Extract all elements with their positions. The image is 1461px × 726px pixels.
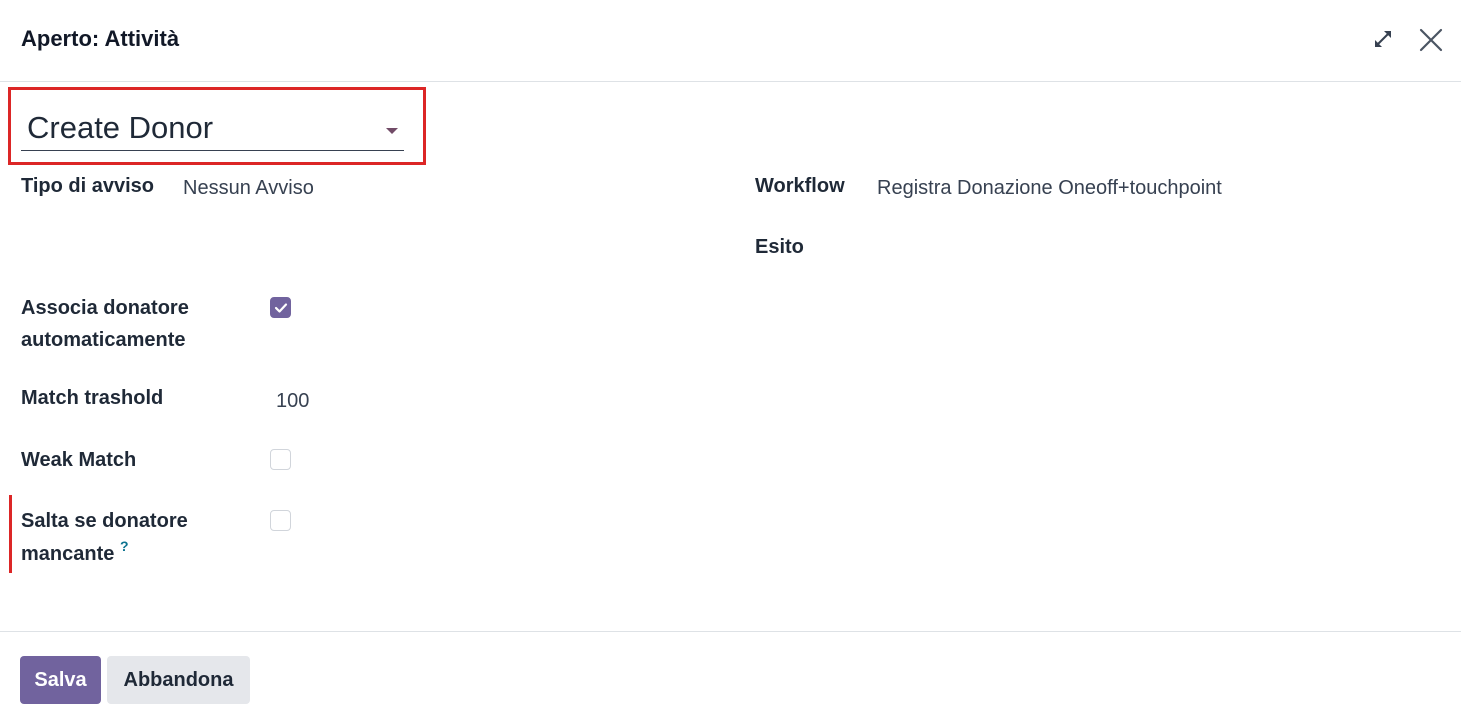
salta-label-line1: Salta se donatore (21, 510, 188, 532)
associa-label-line1: Associa donatore (21, 297, 189, 319)
expand-icon (1375, 31, 1391, 47)
match-trashold-value[interactable]: 100 (276, 385, 309, 417)
close-icon (1419, 28, 1443, 52)
weak-match-label: Weak Match (21, 449, 137, 471)
help-tooltip-icon[interactable]: ? (120, 538, 129, 554)
check-icon (274, 303, 288, 313)
dialog-title: Aperto: Attività (21, 26, 180, 51)
workflow-label: Workflow (755, 175, 845, 197)
tipo-avviso-value[interactable]: Nessun Avviso (183, 172, 314, 204)
dialog-footer: Salva Abbandona (0, 631, 1461, 726)
dialog-header: Aperto: Attività (0, 0, 1461, 82)
salta-checkbox[interactable] (270, 510, 291, 531)
associa-label-line2: automaticamente (21, 329, 186, 351)
activity-name-value: Create Donor (27, 110, 214, 145)
workflow-value[interactable]: Registra Donazione Oneoff+touchpoint (877, 172, 1222, 204)
save-button[interactable]: Salva (20, 656, 101, 704)
discard-button[interactable]: Abbandona (107, 656, 250, 704)
activity-name-select[interactable]: Create Donor (21, 106, 404, 151)
match-trashold-label: Match trashold (21, 387, 164, 409)
esito-label: Esito (755, 236, 804, 258)
salta-label-line2: mancante (21, 543, 115, 565)
expand-button[interactable] (1371, 27, 1395, 51)
caret-down-icon (386, 128, 398, 134)
associa-checkbox[interactable] (270, 297, 291, 318)
weak-match-checkbox[interactable] (270, 449, 291, 470)
close-button[interactable] (1418, 27, 1444, 53)
required-indicator (9, 495, 12, 573)
tipo-avviso-label: Tipo di avviso (21, 175, 154, 197)
